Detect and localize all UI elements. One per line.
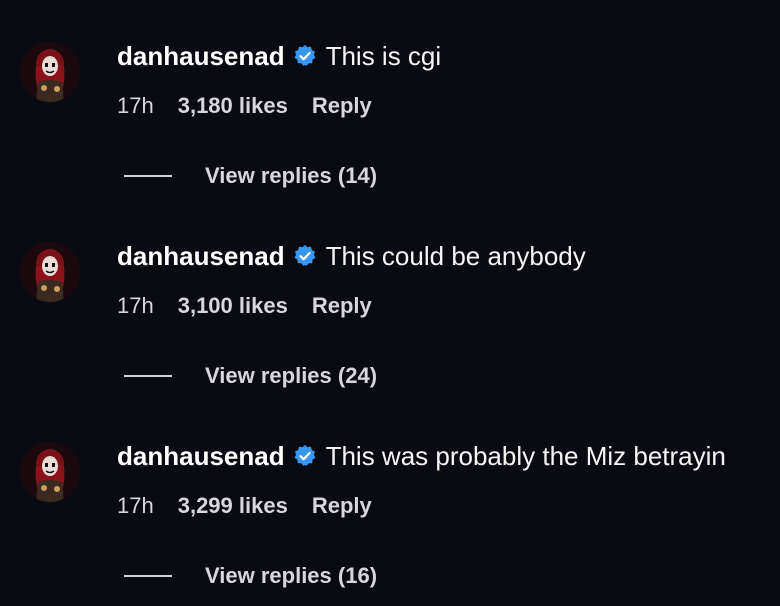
comment-item: danhausenad This could be anybody 17h 3,… bbox=[0, 200, 780, 400]
replies-divider-line bbox=[124, 375, 172, 377]
avatar-icon bbox=[20, 42, 80, 102]
reply-button[interactable]: Reply bbox=[312, 493, 372, 519]
comment-text: This was probably the Miz betrayin bbox=[325, 441, 726, 471]
comment-headline: danhausenad This is cgi bbox=[117, 38, 441, 74]
comment-meta: 17h 3,180 likes Reply bbox=[117, 90, 372, 122]
comments-list: danhausenad This is cgi 17h 3,180 likes … bbox=[0, 0, 780, 606]
view-replies-label: View replies (14) bbox=[205, 163, 378, 188]
view-replies-button[interactable]: View replies (24) bbox=[124, 360, 377, 392]
verified-badge-icon bbox=[293, 244, 317, 268]
view-replies-label: View replies (16) bbox=[205, 563, 378, 588]
comment-text: This could be anybody bbox=[325, 241, 586, 271]
view-replies-label: View replies (24) bbox=[205, 363, 378, 388]
comment-timestamp: 17h bbox=[117, 293, 154, 318]
view-replies-button[interactable]: View replies (16) bbox=[124, 560, 377, 592]
username-link[interactable]: danhausenad bbox=[117, 38, 285, 74]
comment-meta: 17h 3,299 likes Reply bbox=[117, 490, 372, 522]
verified-badge-icon bbox=[293, 44, 317, 68]
verified-badge-icon bbox=[293, 444, 317, 468]
likes-count[interactable]: 3,180 likes bbox=[178, 93, 288, 119]
comment-text: This is cgi bbox=[325, 41, 442, 71]
reply-button[interactable]: Reply bbox=[312, 93, 372, 119]
comment-headline: danhausenad This could be anybody bbox=[117, 238, 586, 274]
comment-meta: 17h 3,100 likes Reply bbox=[117, 290, 372, 322]
comment-timestamp: 17h bbox=[117, 493, 154, 518]
comment-timestamp: 17h bbox=[117, 93, 154, 118]
replies-divider-line bbox=[124, 175, 172, 177]
replies-divider-line bbox=[124, 575, 172, 577]
comment-item: danhausenad This was probably the Miz be… bbox=[0, 400, 780, 600]
reply-button[interactable]: Reply bbox=[312, 293, 372, 319]
username-link[interactable]: danhausenad bbox=[117, 238, 285, 274]
avatar[interactable] bbox=[20, 242, 80, 302]
avatar-icon bbox=[20, 442, 80, 502]
avatar[interactable] bbox=[20, 42, 80, 102]
avatar-icon bbox=[20, 242, 80, 302]
username-link[interactable]: danhausenad bbox=[117, 438, 285, 474]
view-replies-button[interactable]: View replies (14) bbox=[124, 160, 377, 192]
comment-headline: danhausenad This was probably the Miz be… bbox=[117, 438, 726, 474]
comment-item: danhausenad This is cgi 17h 3,180 likes … bbox=[0, 0, 780, 200]
likes-count[interactable]: 3,299 likes bbox=[178, 493, 288, 519]
likes-count[interactable]: 3,100 likes bbox=[178, 293, 288, 319]
avatar[interactable] bbox=[20, 442, 80, 502]
